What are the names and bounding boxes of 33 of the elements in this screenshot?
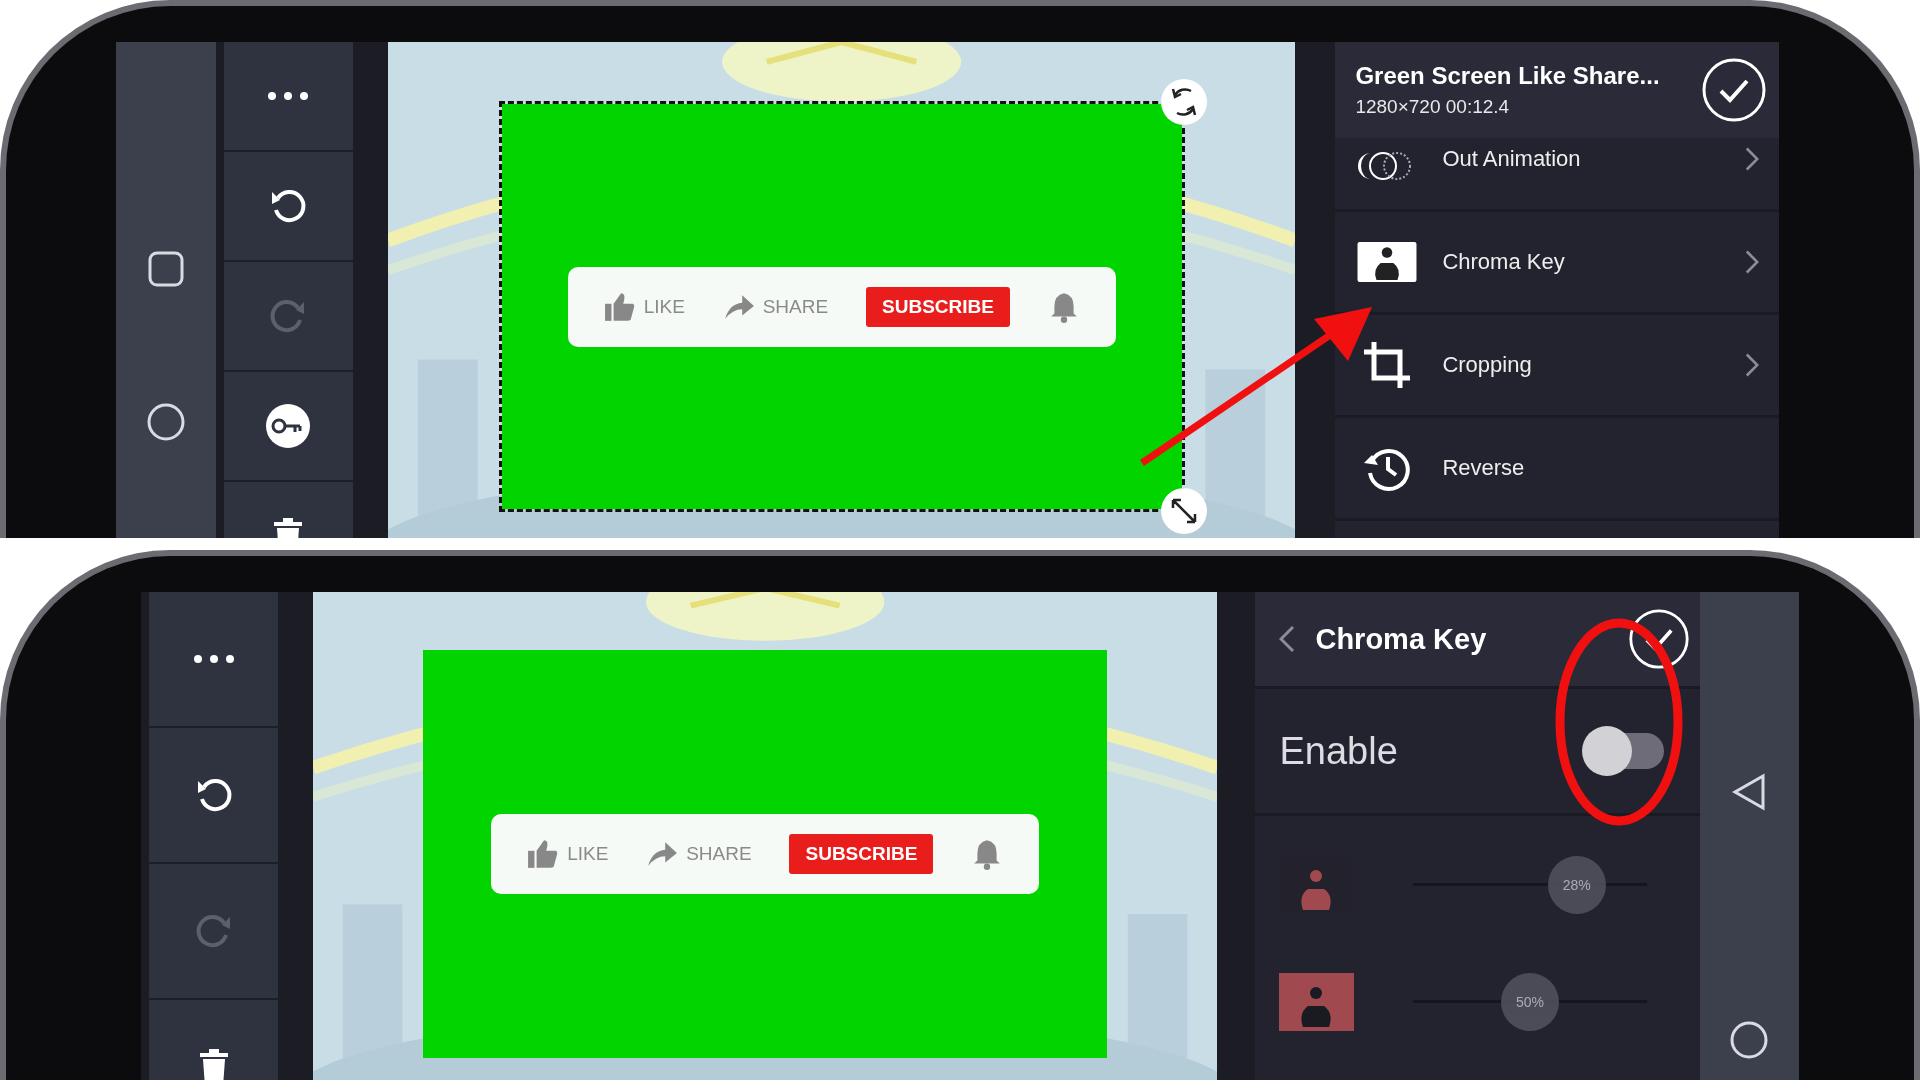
clip-info: 1280×720 00:12.4 <box>1355 96 1511 118</box>
chevron-right-icon <box>1745 146 1759 172</box>
share-label: SHARE <box>686 843 752 865</box>
rotate-handle[interactable] <box>1158 77 1209 127</box>
chevron-right-icon <box>1745 352 1759 378</box>
crop-icon <box>1362 340 1413 390</box>
home-icon[interactable] <box>1729 1020 1770 1060</box>
video-layer[interactable]: LIKE SHARE SUBSCRIBE <box>501 104 1182 509</box>
thumbs-up-icon <box>603 290 636 323</box>
like-label: LIKE <box>567 843 609 865</box>
slider-thumb[interactable]: 28% <box>1547 855 1606 914</box>
clip-title: Green Screen Like Share... <box>1355 62 1661 90</box>
subscribe-label: SUBSCRIBE <box>866 286 1010 327</box>
person-silhouette-icon <box>1279 972 1355 1031</box>
enable-label: Enable <box>1279 729 1398 773</box>
menu-item[interactable]: Chroma Key <box>1335 212 1779 315</box>
person-silhouette-icon <box>1357 242 1418 282</box>
back-chevron-icon[interactable] <box>1279 625 1296 653</box>
resize-handle[interactable] <box>1158 486 1209 536</box>
thumbs-up-icon <box>527 838 560 870</box>
menu-item[interactable]: Reverse <box>1335 418 1779 521</box>
key-icon[interactable] <box>264 402 313 450</box>
slider-thumb[interactable]: 50% <box>1501 972 1560 1031</box>
menu-item[interactable]: Out Animation <box>1335 138 1779 212</box>
like-label: LIKE <box>643 295 685 318</box>
subscribe-label: SUBSCRIBE <box>789 834 934 874</box>
home-icon[interactable] <box>145 401 186 442</box>
confirm-check-icon[interactable] <box>1701 57 1767 123</box>
chevron-right-icon <box>1745 249 1759 275</box>
video-layer[interactable]: LIKE SHARE SUBSCRIBE <box>423 650 1108 1058</box>
panel-title: Chroma Key <box>1315 622 1488 656</box>
share-label: SHARE <box>762 295 829 318</box>
confirm-check-icon[interactable] <box>1627 608 1690 670</box>
